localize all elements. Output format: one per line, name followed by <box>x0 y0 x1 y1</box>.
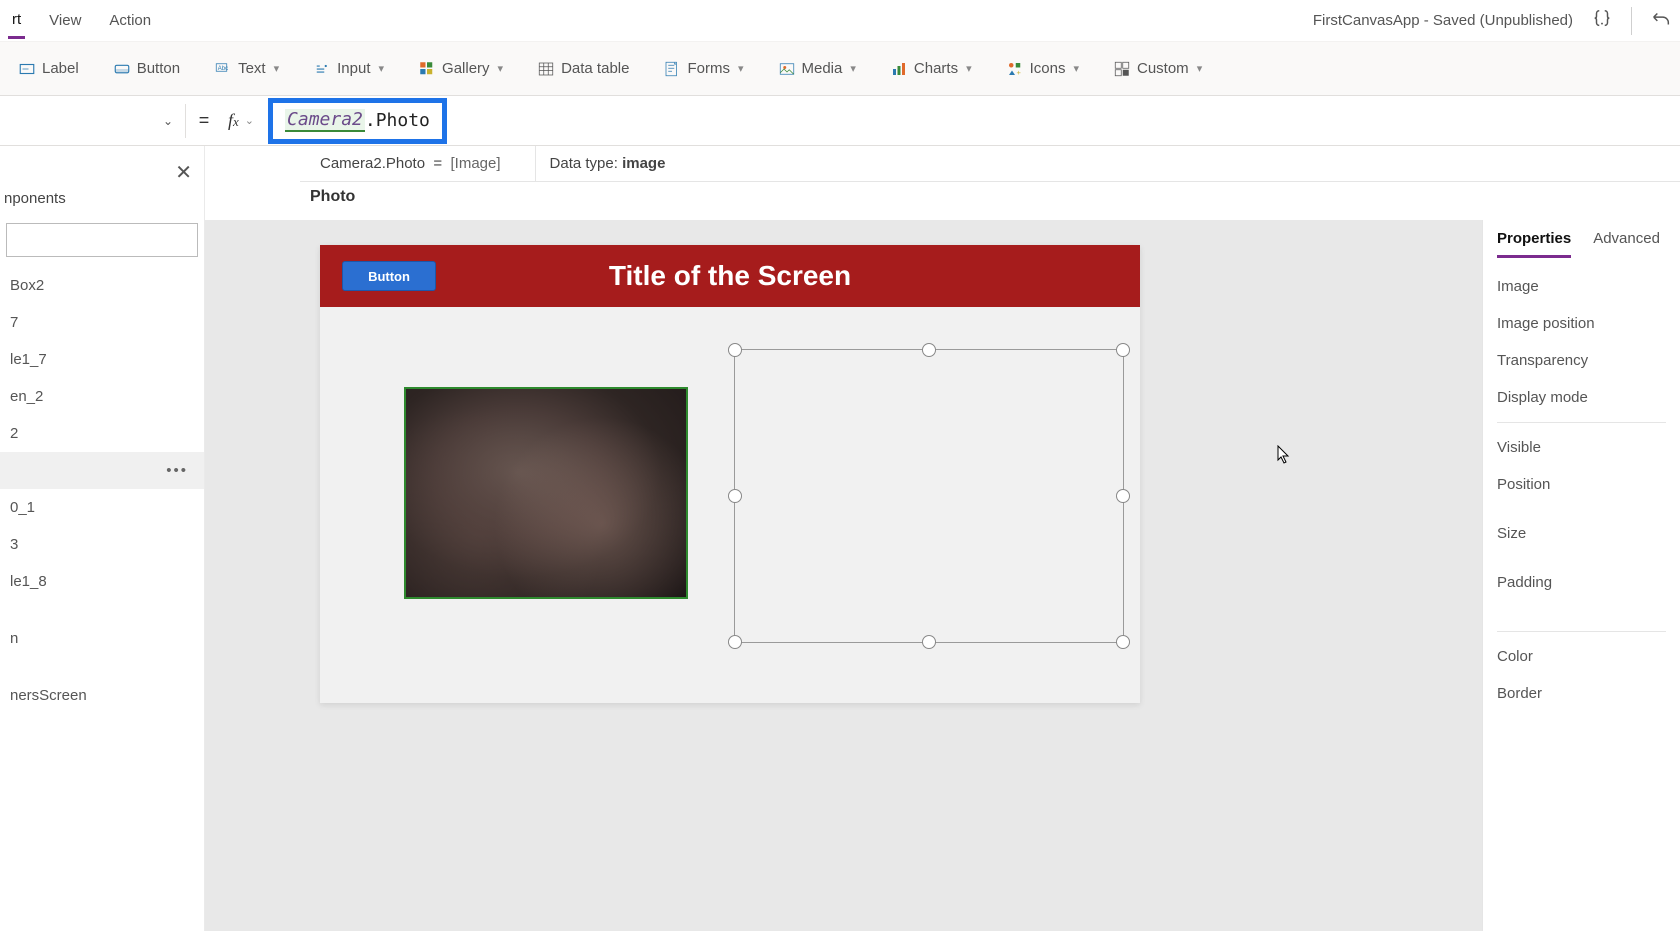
ribbon-forms[interactable]: Forms▾ <box>651 54 755 84</box>
tree-item[interactable]: 7 <box>0 304 204 341</box>
tree-item[interactable] <box>0 657 204 677</box>
prop-row[interactable]: Padding <box>1497 552 1666 601</box>
properties-pane: Properties Advanced Image Image position… <box>1482 220 1680 931</box>
tree-panel: ✕ nponents Box2 7 le1_7 en_2 2 ••• 0_1 3… <box>0 146 205 931</box>
ribbon-custom[interactable]: Custom▾ <box>1101 54 1214 84</box>
tree-item[interactable]: en_2 <box>0 378 204 415</box>
ribbon-datatable[interactable]: Data table <box>525 54 641 84</box>
formula-result-bar: Camera2.Photo = [Image] Data type: image <box>300 146 1680 182</box>
tree-item[interactable]: 0_1 <box>0 489 204 526</box>
datatype-label: Data type: <box>550 155 623 172</box>
formula-token-object: Camera2 <box>285 109 365 132</box>
fx-label[interactable]: fx⌄ <box>222 110 260 131</box>
eval-value: [Image] <box>451 155 501 172</box>
formula-bar: ⌄ = fx⌄ Camera2.Photo <box>0 96 1680 146</box>
prop-row[interactable]: Display mode <box>1497 379 1666 416</box>
resize-handle[interactable] <box>922 343 936 357</box>
ribbon-button[interactable]: Button <box>101 54 192 84</box>
more-icon[interactable]: ••• <box>166 462 194 479</box>
menu-action[interactable]: Action <box>105 4 155 37</box>
top-menu: rt View Action FirstCanvasApp - Saved (U… <box>0 0 1680 42</box>
ribbon-input[interactable]: Input▾ <box>301 54 396 84</box>
tab-advanced[interactable]: Advanced <box>1593 230 1660 258</box>
media-icon <box>778 60 796 78</box>
mouse-cursor-icon <box>1277 445 1291 465</box>
ribbon-media[interactable]: Media▾ <box>766 54 868 84</box>
ribbon-icons[interactable]: + Icons▾ <box>994 54 1091 84</box>
button-icon <box>113 60 131 78</box>
charts-icon <box>890 60 908 78</box>
resize-handle[interactable] <box>922 635 936 649</box>
tree-search-input[interactable] <box>6 223 198 257</box>
resize-handle[interactable] <box>728 489 742 503</box>
icons-icon: + <box>1006 60 1024 78</box>
divider <box>1497 422 1666 423</box>
datatype-value: image <box>622 155 665 172</box>
tree-item[interactable]: nersScreen <box>0 677 204 714</box>
prop-row[interactable]: Image <box>1497 268 1666 305</box>
tree-list: Box2 7 le1_7 en_2 2 ••• 0_1 3 le1_8 n ne… <box>0 267 204 714</box>
screen-header: Button Title of the Screen <box>320 245 1140 307</box>
insert-ribbon: Label Button Abc Text▾ Input▾ Gallery▾ D… <box>0 42 1680 96</box>
svg-text:+: + <box>1016 68 1021 77</box>
menu-view[interactable]: View <box>45 4 85 37</box>
label-icon <box>18 60 36 78</box>
divider <box>1631 7 1632 35</box>
ribbon-text[interactable]: Abc Text▾ <box>202 54 291 84</box>
tree-item[interactable]: Box2 <box>0 267 204 304</box>
ribbon-gallery[interactable]: Gallery▾ <box>406 54 515 84</box>
menu-insert[interactable]: rt <box>8 3 25 39</box>
property-dropdown[interactable]: ⌄ <box>0 104 186 138</box>
input-icon <box>313 60 331 78</box>
prop-row[interactable]: Transparency <box>1497 342 1666 379</box>
formula-input[interactable]: Camera2.Photo <box>268 98 447 144</box>
equals-sign: = <box>186 110 222 131</box>
prop-row[interactable]: Image position <box>1497 305 1666 342</box>
resize-handle[interactable] <box>728 343 742 357</box>
app-checker-icon[interactable] <box>1591 8 1613 34</box>
image-control-selected[interactable] <box>734 349 1124 643</box>
app-title: FirstCanvasApp - Saved (Unpublished) <box>1313 12 1573 29</box>
tree-item[interactable]: 2 <box>0 415 204 452</box>
tree-item[interactable]: 3 <box>0 526 204 563</box>
forms-icon <box>663 60 681 78</box>
app-screen[interactable]: Button Title of the Screen <box>320 245 1140 703</box>
gallery-icon <box>418 60 436 78</box>
datatable-icon <box>537 60 555 78</box>
tree-item[interactable]: le1_8 <box>0 563 204 600</box>
text-icon: Abc <box>214 60 232 78</box>
formula-token-prop: .Photo <box>365 110 430 131</box>
tree-tab-components[interactable]: nponents <box>0 146 204 217</box>
undo-icon[interactable] <box>1650 8 1672 34</box>
resize-handle[interactable] <box>1116 635 1130 649</box>
prop-row[interactable]: Visible <box>1497 429 1666 466</box>
ribbon-label[interactable]: Label <box>6 54 91 84</box>
camera-control[interactable] <box>404 387 688 599</box>
canvas-area[interactable]: Button Title of the Screen <box>205 220 1482 931</box>
tree-item[interactable] <box>0 600 204 620</box>
prop-row[interactable]: Color <box>1497 638 1666 675</box>
prop-row[interactable]: Border <box>1497 675 1666 712</box>
resize-handle[interactable] <box>1116 489 1130 503</box>
screen-title: Title of the Screen <box>320 260 1140 292</box>
custom-icon <box>1113 60 1131 78</box>
resize-handle[interactable] <box>728 635 742 649</box>
screen-button[interactable]: Button <box>342 261 436 291</box>
tree-item[interactable]: le1_7 <box>0 341 204 378</box>
prop-row[interactable]: Size <box>1497 503 1666 552</box>
tree-item[interactable]: n <box>0 620 204 657</box>
eval-expr: Camera2.Photo <box>320 155 425 172</box>
resize-handle[interactable] <box>1116 343 1130 357</box>
svg-text:Abc: Abc <box>218 65 228 71</box>
close-icon[interactable]: ✕ <box>175 160 192 185</box>
tab-properties[interactable]: Properties <box>1497 230 1571 258</box>
divider <box>1497 631 1666 632</box>
ribbon-charts[interactable]: Charts▾ <box>878 54 984 84</box>
prop-row[interactable]: Position <box>1497 466 1666 503</box>
tree-item-selected[interactable]: ••• <box>0 452 204 489</box>
section-heading: Photo <box>310 188 355 206</box>
